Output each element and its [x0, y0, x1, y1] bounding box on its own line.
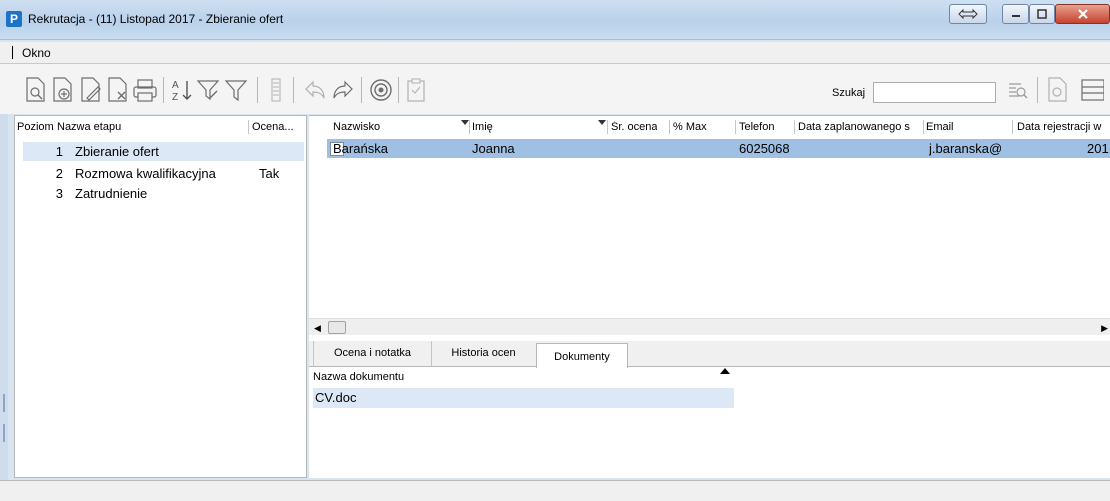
column-divider[interactable] [607, 120, 608, 134]
status-bar [0, 480, 1110, 501]
sort-arrow-icon [598, 120, 606, 125]
col-header-nazwisko[interactable]: Nazwisko [333, 121, 380, 133]
tab-ocena-i-notatka[interactable]: Ocena i notatka [313, 341, 431, 367]
minimize-icon [1011, 15, 1020, 17]
scrollbar-thumb[interactable] [328, 321, 346, 334]
cell-data-rejestracji: 201 [1087, 141, 1109, 156]
search-list-icon[interactable] [1006, 77, 1030, 103]
window-titlebar: P Rekrutacja - (11) Listopad 2017 - Zbie… [0, 0, 1110, 40]
column-divider[interactable] [794, 120, 795, 134]
maximize-icon [1037, 9, 1047, 19]
col-header-data-rejestracji[interactable]: Data rejestracji w [1017, 121, 1110, 133]
layout-icon[interactable] [1080, 77, 1104, 103]
toolbar-separator [361, 77, 362, 103]
arrows-horizontal-icon [958, 9, 978, 19]
stage-row[interactable]: 1 Zbieranie ofert [23, 142, 304, 161]
col-header-nazwa-dokumentu[interactable]: Nazwa dokumentu [313, 371, 404, 383]
tab-historia-ocen[interactable]: Historia ocen [431, 341, 535, 367]
col-header-nazwa-etapu[interactable]: Nazwa etapu [57, 121, 121, 133]
column-divider[interactable] [735, 120, 736, 134]
close-button[interactable] [1055, 4, 1110, 24]
toolbar-separator [257, 77, 258, 103]
redo-icon[interactable] [331, 77, 355, 103]
stage-level: 3 [55, 186, 63, 201]
svg-text:Z: Z [172, 92, 178, 103]
left-dock-edge [0, 64, 8, 480]
app-icon: P [6, 11, 22, 27]
maximize-button[interactable] [1029, 4, 1055, 24]
stage-level: 2 [55, 166, 63, 181]
restore-layout-button[interactable] [949, 4, 987, 24]
candidates-grid: Nazwisko Imię Śr. ocena % Max Telefon Da… [309, 115, 1110, 478]
document-preview-icon[interactable] [1046, 77, 1070, 103]
col-header-telefon[interactable]: Telefon [739, 121, 774, 133]
cell-nazwisko: Barańska [333, 141, 388, 156]
search-label: Szukaj [832, 87, 866, 99]
cell-email: j.baranska@ [929, 141, 1003, 156]
scroll-right-icon[interactable]: ▶ [1101, 323, 1108, 334]
toolbar-separator [293, 77, 294, 103]
print-icon[interactable] [133, 77, 157, 103]
stages-panel: Poziom Nazwa etapu Ocena... 1 Zbieranie … [14, 115, 307, 478]
column-divider[interactable] [1012, 120, 1013, 134]
cell-telefon: 6025068 [739, 141, 790, 156]
minimize-button[interactable] [1002, 4, 1029, 24]
column-divider[interactable] [469, 120, 470, 134]
delete-document-icon[interactable] [106, 77, 130, 103]
stage-ocena: Tak [259, 166, 280, 181]
preview-document-icon[interactable] [24, 77, 48, 103]
svg-text:A: A [172, 80, 179, 91]
scroll-left-icon[interactable]: ◀ [314, 323, 321, 334]
column-divider[interactable] [248, 120, 249, 134]
horizontal-scrollbar[interactable]: ◀ ▶ [309, 318, 1110, 335]
tab-dokumenty[interactable]: Dokumenty [536, 343, 628, 368]
menu-okno[interactable]: Okno [22, 46, 51, 60]
list-icon[interactable] [264, 77, 288, 103]
toolbar-separator [163, 77, 164, 103]
edit-document-icon[interactable] [79, 77, 103, 103]
cell-imie: Joanna [472, 141, 515, 156]
sort-arrow-icon [461, 120, 469, 125]
stage-name: Zbieranie ofert [75, 144, 159, 159]
sort-arrow-icon [720, 368, 730, 374]
toolbar-separator [1037, 77, 1038, 103]
col-header-sr-ocena[interactable]: Śr. ocena [611, 121, 657, 133]
col-header-email[interactable]: Email [926, 121, 954, 133]
stage-level: 1 [55, 144, 63, 159]
clipboard-icon[interactable] [404, 77, 428, 103]
filter-edit-icon[interactable] [196, 77, 220, 103]
col-header-data-zaplanowanego[interactable]: Data zaplanowanego s [798, 121, 924, 133]
document-row[interactable]: CV.doc [313, 388, 734, 408]
undo-icon[interactable] [303, 77, 327, 103]
target-icon[interactable] [369, 77, 393, 103]
filter-icon[interactable] [224, 77, 248, 103]
stage-name: Rozmowa kwalifikacyjna [75, 166, 216, 181]
stage-row[interactable]: 3 Zatrudnienie [23, 184, 304, 203]
toolbar-separator [398, 77, 399, 103]
col-header-max[interactable]: % Max [673, 121, 707, 133]
add-document-icon[interactable] [51, 77, 75, 103]
col-header-poziom[interactable]: Poziom [17, 121, 54, 133]
close-icon [1077, 9, 1088, 19]
stage-name: Zatrudnienie [75, 186, 148, 201]
column-divider[interactable] [669, 120, 670, 134]
column-divider[interactable] [923, 120, 924, 134]
detail-tabs: Ocena i notatka Historia ocen Dokumenty [309, 341, 1110, 368]
col-header-imie[interactable]: Imię [472, 121, 493, 133]
col-header-ocena[interactable]: Ocena... [252, 121, 304, 133]
search-input[interactable] [873, 82, 996, 103]
window-title: Rekrutacja - (11) Listopad 2017 - Zbiera… [28, 12, 284, 26]
toolbar: AZ Szukaj [0, 64, 1110, 114]
menu-separator [12, 46, 13, 59]
menu-bar: Okno [0, 42, 1110, 64]
sort-az-icon[interactable]: AZ [170, 77, 194, 103]
stage-row[interactable]: 2 Rozmowa kwalifikacyjna Tak [23, 164, 304, 183]
